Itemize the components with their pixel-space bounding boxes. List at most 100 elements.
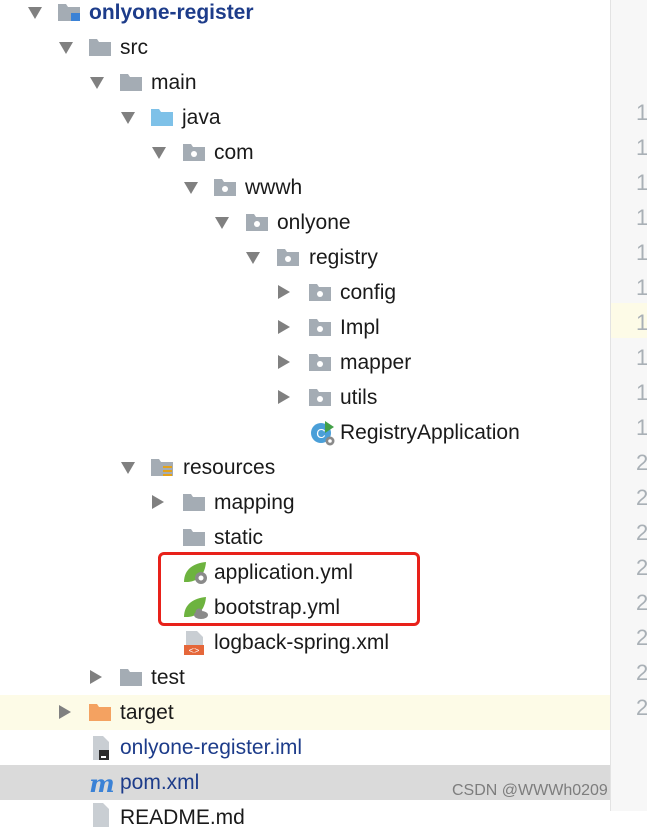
markdown-file-icon — [93, 803, 109, 827]
package-icon — [277, 249, 299, 266]
tree-row-target[interactable]: target — [0, 695, 647, 730]
tree-label-impl: Impl — [340, 316, 380, 339]
collapse-arrow-icon[interactable] — [59, 705, 71, 719]
collapse-arrow-icon[interactable] — [278, 390, 290, 404]
line-number: 1 — [636, 415, 647, 440]
tree-label-config: config — [340, 281, 397, 304]
tree-row-main[interactable]: main — [0, 65, 610, 100]
maven-icon: m — [89, 770, 114, 796]
expand-arrow-icon[interactable] — [90, 77, 104, 89]
tree-label-main: main — [151, 71, 197, 94]
tree-row-mapping[interactable]: mapping — [0, 485, 610, 520]
highlight-box — [158, 552, 420, 626]
tree-label-pom: pom.xml — [120, 771, 200, 794]
line-number: 2 — [636, 660, 647, 685]
package-icon — [246, 214, 268, 231]
package-icon — [214, 179, 236, 196]
collapse-arrow-icon[interactable] — [278, 355, 290, 369]
tree-row-project[interactable]: onlyone-register — [0, 0, 610, 30]
tree-label-target: target — [120, 701, 174, 724]
expand-arrow-icon[interactable] — [152, 147, 166, 159]
project-tree-panel: onlyone-register src main java com wwwh … — [0, 0, 647, 829]
xml-file-icon: <> — [184, 631, 204, 657]
line-number: 1 — [636, 240, 647, 265]
expand-arrow-icon[interactable] — [184, 182, 198, 194]
tree-label-src: src — [120, 36, 148, 59]
collapse-arrow-icon[interactable] — [278, 320, 290, 334]
line-number: 2 — [636, 590, 647, 615]
folder-icon — [120, 669, 142, 686]
tree-row-com[interactable]: com — [0, 135, 610, 170]
tree-row-onlyone[interactable]: onlyone — [0, 205, 610, 240]
tree-label-resources: resources — [183, 456, 276, 479]
folder-icon — [183, 529, 205, 546]
tree-row-registry[interactable]: registry — [0, 240, 610, 275]
tree-label-registry-application: RegistryApplication — [340, 421, 520, 444]
tree-row-test[interactable]: test — [0, 660, 610, 695]
tree-row-mapper[interactable]: mapper — [0, 345, 610, 380]
line-number: 1 — [636, 345, 647, 370]
tree-row-java[interactable]: java — [0, 100, 610, 135]
tree-row-registry-application[interactable]: C RegistryApplication — [0, 415, 610, 450]
line-number: 2 — [636, 555, 647, 580]
package-icon — [183, 144, 205, 161]
line-number: 2 — [636, 450, 647, 475]
tree-row-iml[interactable]: onlyone-register.iml — [0, 730, 610, 765]
line-number: 1 — [636, 135, 647, 160]
tree-label-onlyone: onlyone — [277, 211, 351, 234]
line-number: 1 — [636, 310, 647, 335]
line-number: 1 — [636, 100, 647, 125]
tree-row-utils[interactable]: utils — [0, 380, 610, 415]
module-file-icon — [93, 736, 109, 760]
collapse-arrow-icon[interactable] — [278, 285, 290, 299]
svg-text:<>: <> — [189, 647, 200, 657]
expand-arrow-icon[interactable] — [121, 462, 135, 474]
collapse-arrow-icon[interactable] — [152, 495, 164, 509]
line-number: 2 — [636, 485, 647, 510]
tree-row-config[interactable]: config — [0, 275, 610, 310]
tree-label-com: com — [214, 141, 254, 164]
folder-icon — [183, 494, 205, 511]
collapse-arrow-icon[interactable] — [90, 670, 102, 684]
line-number: 2 — [636, 695, 647, 720]
expand-arrow-icon[interactable] — [215, 217, 229, 229]
package-icon — [309, 319, 331, 336]
module-folder-icon — [58, 4, 80, 21]
tree-row-resources[interactable]: resources — [0, 450, 610, 485]
tree-label-logback: logback-spring.xml — [214, 631, 390, 654]
tree-row-logback[interactable]: <> logback-spring.xml — [0, 625, 610, 660]
tree-label-iml: onlyone-register.iml — [120, 736, 303, 759]
line-number: 1 — [636, 380, 647, 405]
tree-label-test: test — [151, 666, 185, 689]
line-number: 1 — [636, 170, 647, 195]
tree-label-registry: registry — [309, 246, 378, 269]
folder-icon — [120, 74, 142, 91]
excluded-folder-icon — [89, 704, 111, 721]
svg-text:C: C — [316, 426, 325, 441]
tree-label-java: java — [182, 106, 221, 129]
project-name: onlyone-register — [89, 1, 254, 24]
expand-arrow-icon[interactable] — [246, 252, 260, 264]
tree-label-wwwh: wwwh — [245, 176, 303, 199]
expand-arrow-icon[interactable] — [28, 7, 42, 19]
resources-folder-icon — [151, 459, 173, 476]
svg-text:m: m — [89, 770, 114, 796]
spring-boot-class-icon: C — [311, 421, 335, 446]
tree-row-src[interactable]: src — [0, 30, 610, 65]
line-number: 1 — [636, 205, 647, 230]
source-folder-icon — [151, 109, 173, 126]
tree-row-wwwh[interactable]: wwwh — [0, 170, 610, 205]
expand-arrow-icon[interactable] — [59, 42, 73, 54]
package-icon — [309, 389, 331, 406]
tree-row-static[interactable]: static — [0, 520, 610, 555]
package-icon — [309, 354, 331, 371]
tree-label-static: static — [214, 526, 264, 549]
folder-icon — [89, 39, 111, 56]
expand-arrow-icon[interactable] — [121, 112, 135, 124]
tree-label-mapping: mapping — [214, 491, 295, 514]
tree-row-readme[interactable]: README.md — [0, 800, 610, 835]
tree-label-readme: README.md — [120, 806, 245, 829]
line-number: 2 — [636, 520, 647, 545]
editor-line-gutter: 1 1 1 1 1 1 1 1 1 1 2 2 2 2 2 2 2 2 — [610, 0, 647, 811]
tree-row-impl[interactable]: Impl — [0, 310, 610, 345]
